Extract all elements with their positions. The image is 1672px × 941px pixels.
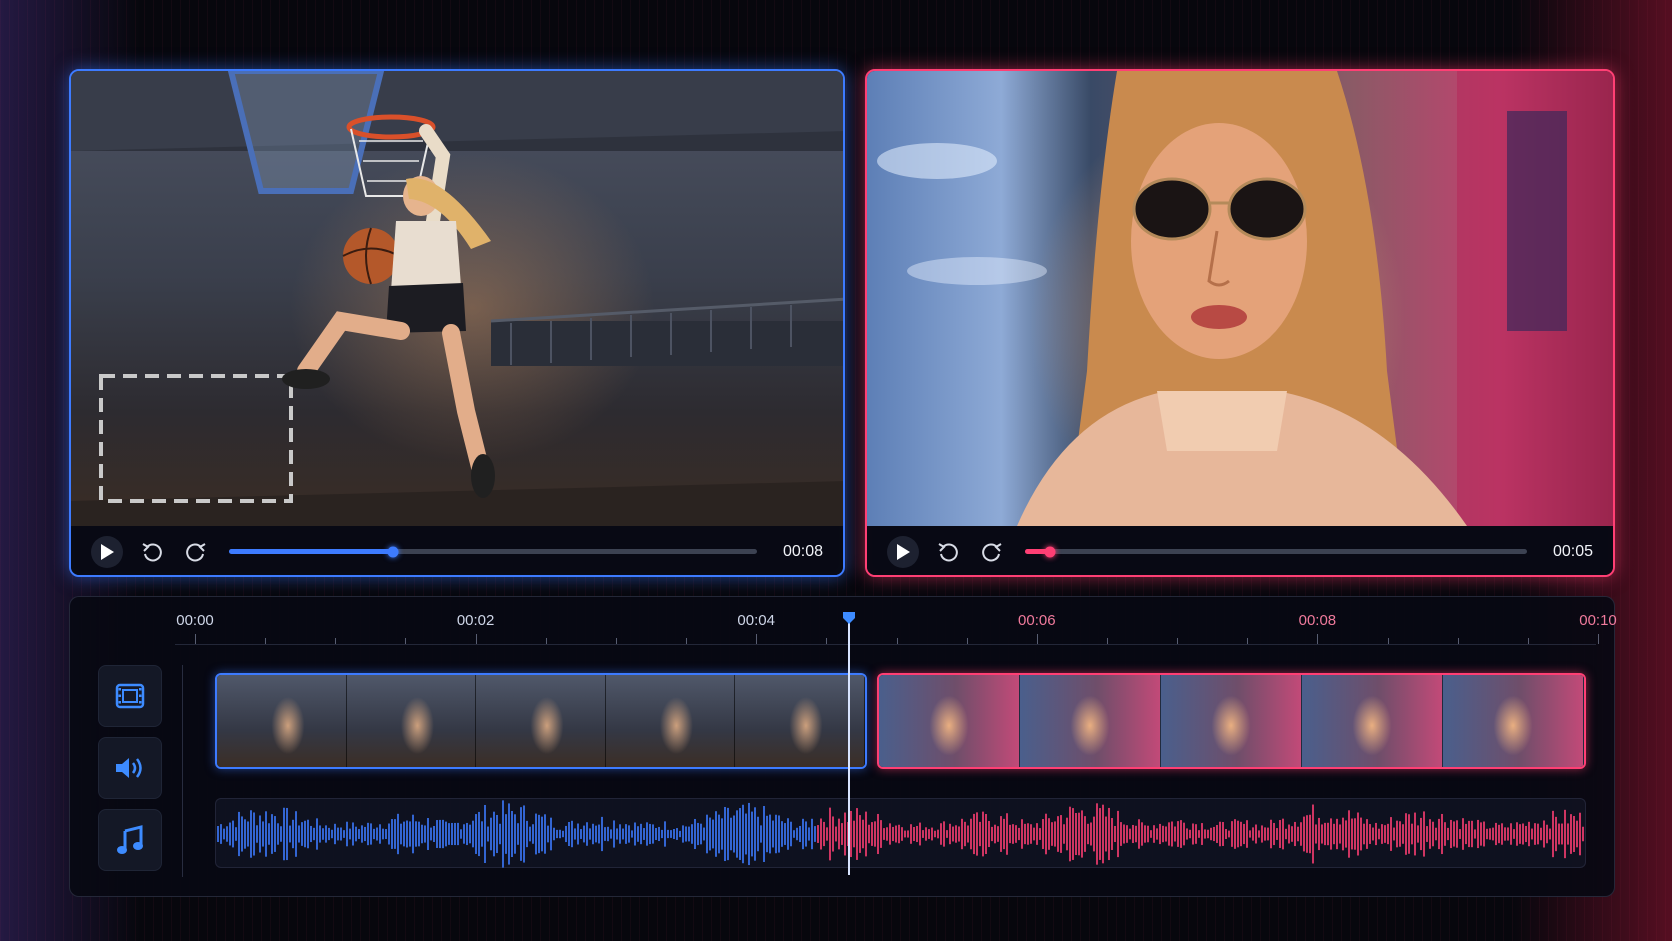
clip-thumbnail [217, 675, 347, 767]
right-play-button[interactable] [887, 535, 919, 568]
ruler-tick [1457, 638, 1459, 644]
left-progress-fill [229, 549, 393, 554]
ruler-tick [1036, 634, 1038, 644]
left-progress-bar[interactable] [229, 546, 757, 557]
ruler-tick [896, 638, 898, 644]
ruler-tick [826, 638, 828, 644]
audio-waveform-track[interactable] [215, 798, 1586, 868]
playhead-line[interactable] [848, 613, 850, 875]
left-play-button[interactable] [91, 535, 123, 568]
ruler-tick [1177, 638, 1179, 644]
right-forward-button[interactable] [977, 537, 1007, 567]
right-video-preview[interactable] [867, 71, 1613, 526]
clip-thumbnail [476, 675, 606, 767]
ruler-tick [686, 638, 688, 644]
right-rewind-button[interactable] [933, 537, 963, 567]
clip-thumbnail [1161, 675, 1302, 767]
timeline-panel: 00:00 00:02 00:04 00:06 00:08 00:10 [69, 596, 1617, 897]
ruler-tick [335, 638, 337, 644]
ruler-tick [1317, 634, 1319, 644]
ruler-tick [1527, 638, 1529, 644]
ruler-tick-label: 00:10 [1579, 612, 1617, 629]
video-clip-2[interactable] [877, 673, 1586, 769]
clip-thumbnail [1020, 675, 1161, 767]
ruler-tick-label: 00:08 [1298, 612, 1337, 629]
tool-divider [182, 665, 183, 877]
play-icon [897, 543, 910, 560]
right-progress-bar[interactable] [1025, 546, 1527, 557]
ruler-tick-label: 00:06 [1018, 612, 1056, 629]
ruler-tick [195, 634, 196, 644]
music-icon [117, 825, 143, 854]
clip-thumbnail [879, 675, 1020, 767]
ruler-tick-label: 00:00 [176, 612, 214, 629]
play-icon [101, 543, 114, 560]
left-current-time: 00:08 [782, 542, 823, 560]
ruler-tick [1106, 638, 1108, 644]
portrait-scene-illustration [877, 71, 1613, 526]
basketball-scene-illustration [71, 71, 843, 526]
ruler-tick-label: 00:02 [456, 612, 495, 629]
ruler-tick [265, 638, 267, 644]
left-forward-button[interactable] [181, 537, 211, 567]
ruler-tick [1598, 634, 1599, 644]
ruler-tick [545, 638, 547, 644]
rewind-icon [142, 542, 162, 561]
clip-thumbnail [346, 675, 477, 767]
left-progress-knob[interactable] [387, 546, 399, 557]
timeline-ruler[interactable]: 00:00 00:02 00:04 00:06 00:08 00:10 [175, 597, 1617, 645]
music-track-button[interactable] [98, 809, 162, 871]
playhead-handle[interactable] [842, 611, 856, 625]
ruler-tick [1387, 638, 1389, 644]
track-tool-column [98, 665, 162, 881]
left-video-preview[interactable] [71, 71, 843, 526]
clip-thumbnail [1443, 675, 1584, 767]
ruler-tick-label: 00:04 [737, 612, 775, 629]
ruler-tick [615, 638, 617, 644]
ruler-tick [1247, 638, 1249, 644]
clip-thumbnail [735, 675, 865, 767]
right-player-controls: 00:05 [867, 526, 1613, 575]
video-track-button[interactable] [98, 665, 162, 727]
right-current-time: 00:05 [1552, 542, 1593, 560]
left-video-player: 00:08 [69, 69, 845, 577]
clip-thumbnail [1302, 675, 1443, 767]
audio-track-button[interactable] [98, 737, 162, 799]
video-clip-1[interactable] [215, 673, 867, 769]
right-video-player: 00:05 [865, 69, 1615, 577]
ruler-tick [475, 634, 477, 644]
rewind-icon [938, 542, 958, 561]
ruler-tick [966, 638, 968, 644]
film-icon [115, 683, 145, 709]
ruler-tick [756, 634, 758, 644]
left-player-controls: 00:08 [71, 526, 843, 575]
clip-thumbnail [605, 675, 736, 767]
audio-waveform [217, 800, 1584, 868]
ruler-tick [405, 638, 407, 644]
forward-icon [982, 542, 1002, 561]
left-rewind-button[interactable] [137, 537, 167, 567]
right-progress-knob[interactable] [1044, 546, 1056, 557]
forward-icon [186, 542, 206, 561]
volume-icon [116, 758, 142, 778]
